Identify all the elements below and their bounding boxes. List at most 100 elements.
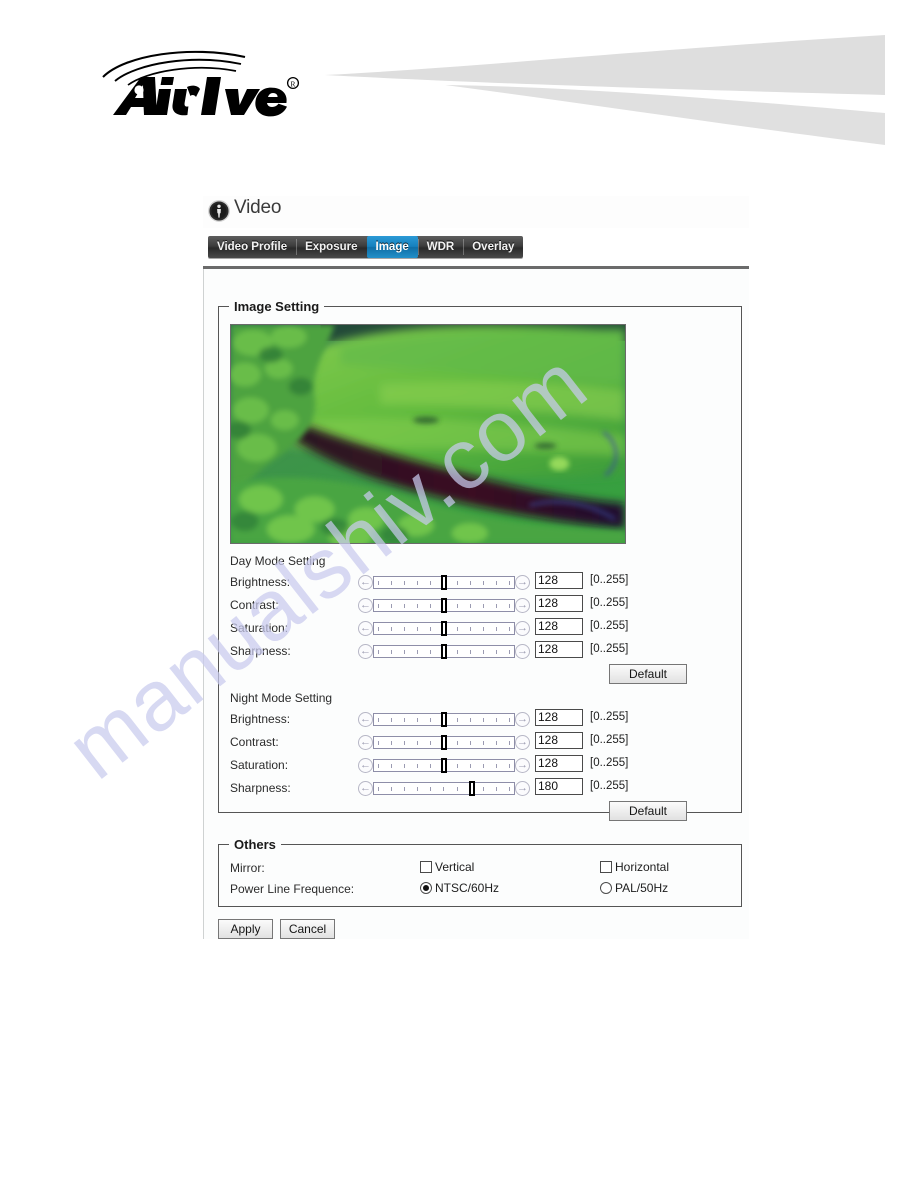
checkbox-icon[interactable]	[420, 861, 432, 873]
day-sharpness-row: Sharpness: ← → 128 [0..255]	[230, 641, 730, 662]
banner-swoosh-graphic	[325, 13, 885, 173]
arrow-left-icon[interactable]: ←	[358, 781, 373, 796]
night-sharpness-slider[interactable]: ← →	[358, 779, 530, 798]
night-brightness-row: Brightness: ← → 128 [0..255]	[230, 709, 730, 730]
night-contrast-value[interactable]: 128	[535, 732, 583, 749]
slider-thumb[interactable]	[441, 758, 447, 773]
night-brightness-value[interactable]: 128	[535, 709, 583, 726]
day-contrast-row: Contrast: ← → 128 [0..255]	[230, 595, 730, 616]
power-line-ntsc-option[interactable]: NTSC/60Hz	[420, 881, 499, 895]
tab-exposure[interactable]: Exposure	[296, 236, 366, 258]
action-button-bar: Apply Cancel	[218, 919, 335, 939]
slider-track[interactable]	[373, 712, 515, 727]
day-saturation-value[interactable]: 128	[535, 618, 583, 635]
mirror-vertical-option[interactable]: Vertical	[420, 860, 474, 874]
night-mode-heading: Night Mode Setting	[230, 691, 333, 705]
slider-track[interactable]	[373, 735, 515, 750]
svg-text:R: R	[291, 79, 296, 88]
slider-ticks	[374, 783, 514, 794]
day-default-button[interactable]: Default	[609, 664, 687, 684]
slider-thumb[interactable]	[441, 621, 447, 636]
day-saturation-row: Saturation: ← → 128 [0..255]	[230, 618, 730, 639]
day-brightness-range: [0..255]	[590, 574, 629, 586]
night-saturation-value[interactable]: 128	[535, 755, 583, 772]
slider-track[interactable]	[373, 598, 515, 613]
airlive-logo: R	[95, 43, 305, 118]
arrow-right-icon[interactable]: →	[515, 621, 530, 636]
tab-video-profile[interactable]: Video Profile	[208, 236, 296, 258]
page-title: Video	[234, 197, 282, 218]
arrow-left-icon[interactable]: ←	[358, 621, 373, 636]
cancel-button[interactable]: Cancel	[280, 919, 335, 939]
night-brightness-slider[interactable]: ← →	[358, 710, 530, 729]
night-default-button[interactable]: Default	[609, 801, 687, 821]
arrow-left-icon[interactable]: ←	[358, 644, 373, 659]
night-saturation-slider[interactable]: ← →	[358, 756, 530, 775]
day-brightness-slider[interactable]: ← →	[358, 573, 530, 592]
radio-icon[interactable]	[420, 882, 432, 894]
day-saturation-label: Saturation:	[230, 621, 289, 635]
arrow-right-icon[interactable]: →	[515, 575, 530, 590]
arrow-left-icon[interactable]: ←	[358, 575, 373, 590]
slider-thumb[interactable]	[441, 712, 447, 727]
day-sharpness-range: [0..255]	[590, 643, 629, 655]
arrow-right-icon[interactable]: →	[515, 712, 530, 727]
day-saturation-slider[interactable]: ← →	[358, 619, 530, 638]
arrow-left-icon[interactable]: ←	[358, 712, 373, 727]
arrow-left-icon[interactable]: ←	[358, 758, 373, 773]
arrow-left-icon[interactable]: ←	[358, 598, 373, 613]
day-brightness-value[interactable]: 128	[535, 572, 583, 589]
slider-thumb[interactable]	[441, 575, 447, 590]
arrow-right-icon[interactable]: →	[515, 644, 530, 659]
night-saturation-range: [0..255]	[590, 757, 629, 769]
slider-thumb[interactable]	[441, 644, 447, 659]
night-sharpness-row: Sharpness: ← → 180 [0..255]	[230, 778, 730, 799]
checkbox-icon[interactable]	[600, 861, 612, 873]
apply-button[interactable]: Apply	[218, 919, 273, 939]
night-contrast-slider[interactable]: ← →	[358, 733, 530, 752]
day-contrast-value[interactable]: 128	[535, 595, 583, 612]
day-sharpness-value[interactable]: 128	[535, 641, 583, 658]
arrow-right-icon[interactable]: →	[515, 781, 530, 796]
image-setting-legend: Image Setting	[234, 299, 320, 314]
tab-overlay[interactable]: Overlay	[463, 236, 523, 258]
mirror-horizontal-option[interactable]: Horizontal	[600, 860, 669, 874]
day-brightness-label: Brightness:	[230, 575, 291, 589]
mirror-label: Mirror:	[230, 861, 265, 875]
slider-track[interactable]	[373, 644, 515, 659]
arrow-right-icon[interactable]: →	[515, 735, 530, 750]
night-contrast-range: [0..255]	[590, 734, 629, 746]
day-contrast-label: Contrast:	[230, 598, 279, 612]
tab-bar: Video Profile Exposure Image WDR Overlay	[208, 236, 524, 258]
power-line-row: Power Line Frequence: NTSC/60Hz PAL/50Hz	[230, 880, 730, 900]
settings-body: Image Setting Day Mode Setting Brightnes…	[203, 269, 749, 939]
slider-thumb[interactable]	[469, 781, 475, 796]
night-sharpness-range: [0..255]	[590, 780, 629, 792]
camera-preview-image	[230, 324, 626, 544]
slider-track[interactable]	[373, 621, 515, 636]
arrow-left-icon[interactable]: ←	[358, 735, 373, 750]
tab-image[interactable]: Image	[366, 236, 418, 258]
image-setting-group: Image Setting Day Mode Setting Brightnes…	[218, 299, 742, 821]
power-line-pal-label: PAL/50Hz	[615, 881, 669, 895]
slider-thumb[interactable]	[441, 598, 447, 613]
day-sharpness-slider[interactable]: ← →	[358, 642, 530, 661]
radio-icon[interactable]	[600, 882, 612, 894]
slider-track[interactable]	[373, 575, 515, 590]
power-line-pal-option[interactable]: PAL/50Hz	[600, 881, 668, 895]
tab-wdr[interactable]: WDR	[417, 236, 463, 258]
night-brightness-label: Brightness:	[230, 712, 291, 726]
arrow-right-icon[interactable]: →	[515, 598, 530, 613]
slider-track[interactable]	[373, 758, 515, 773]
night-sharpness-label: Sharpness:	[230, 781, 291, 795]
night-saturation-row: Saturation: ← → 128 [0..255]	[230, 755, 730, 776]
day-contrast-slider[interactable]: ← →	[358, 596, 530, 615]
slider-thumb[interactable]	[441, 735, 447, 750]
night-contrast-label: Contrast:	[230, 735, 279, 749]
night-sharpness-value[interactable]: 180	[535, 778, 583, 795]
day-contrast-range: [0..255]	[590, 597, 629, 609]
night-contrast-row: Contrast: ← → 128 [0..255]	[230, 732, 730, 753]
slider-track[interactable]	[373, 781, 515, 796]
arrow-right-icon[interactable]: →	[515, 758, 530, 773]
power-line-label: Power Line Frequence:	[230, 882, 355, 896]
